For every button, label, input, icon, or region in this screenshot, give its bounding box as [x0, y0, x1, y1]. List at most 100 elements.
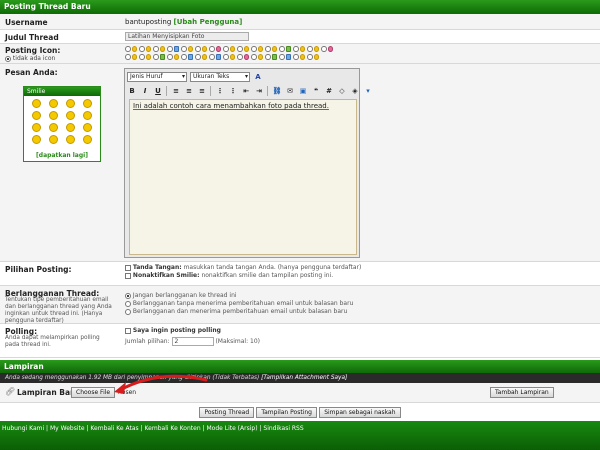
icon-radio[interactable]: [223, 46, 229, 52]
thread-title-input[interactable]: Latihan Menyisipkan Foto: [125, 32, 249, 41]
indent-icon[interactable]: ⇥: [254, 86, 264, 96]
icon-radio[interactable]: [139, 46, 145, 52]
rainbow-icon: [327, 46, 333, 52]
icon-radio[interactable]: [181, 46, 187, 52]
icon-radio[interactable]: [307, 46, 313, 52]
posting-options-label: Pilihan Posting:: [5, 265, 72, 274]
disable-smilie-checkbox[interactable]: [125, 272, 131, 279]
icon-radio[interactable]: [293, 54, 299, 60]
icon-radio[interactable]: [223, 54, 229, 60]
smiley-icon[interactable]: [66, 111, 75, 120]
align-left-icon[interactable]: ≡: [171, 86, 181, 96]
image-icon[interactable]: ▣: [298, 86, 308, 96]
align-right-icon[interactable]: ≡: [197, 86, 207, 96]
subscribe-email-radio[interactable]: [125, 308, 131, 315]
link-icon[interactable]: ⛓: [272, 86, 282, 96]
smiley-icon[interactable]: [83, 111, 92, 120]
username-label: Username: [5, 18, 48, 27]
show-attachments-link[interactable]: [Tampilkan Attachment Saya]: [261, 375, 347, 381]
footer-link-contact[interactable]: Hubungi Kami: [2, 425, 44, 432]
icon-radio[interactable]: [181, 54, 187, 60]
icon-radio[interactable]: [209, 46, 215, 52]
more-tools-icon[interactable]: ▾: [363, 86, 373, 96]
smiley-icon[interactable]: [49, 99, 58, 108]
footer-link-lite[interactable]: Mode Lite (Arsip): [206, 425, 257, 432]
icon-radio[interactable]: [237, 54, 243, 60]
icon-radio[interactable]: [209, 54, 215, 60]
smiley-icon[interactable]: [32, 111, 41, 120]
drop-icon: [285, 54, 291, 60]
message-textarea[interactable]: Ini adalah contoh cara menambahkan foto …: [129, 99, 357, 255]
code-icon[interactable]: #: [324, 86, 334, 96]
smiley-icon[interactable]: [32, 135, 41, 144]
icon-radio[interactable]: [237, 46, 243, 52]
php-icon[interactable]: ◈: [350, 86, 360, 96]
email-icon[interactable]: ✉: [285, 86, 295, 96]
icon-radio[interactable]: [167, 54, 173, 60]
outdent-icon[interactable]: ⇤: [241, 86, 251, 96]
icon-radio[interactable]: [251, 46, 257, 52]
align-center-icon[interactable]: ≡: [184, 86, 194, 96]
icon-radio[interactable]: [293, 46, 299, 52]
choose-file-button[interactable]: Choose File: [71, 387, 116, 398]
smiley-icon[interactable]: [49, 123, 58, 132]
html-icon[interactable]: ◇: [337, 86, 347, 96]
icon-radio[interactable]: [195, 54, 201, 60]
thumb-icon: [173, 46, 179, 52]
heart-icon: [215, 46, 221, 52]
underline-button[interactable]: U: [153, 86, 163, 96]
icon-radio[interactable]: [125, 46, 131, 52]
smiley-icon[interactable]: [83, 123, 92, 132]
smiley-icon[interactable]: [49, 111, 58, 120]
icon-radio[interactable]: [167, 46, 173, 52]
subscribe-no-email-radio[interactable]: [125, 300, 131, 307]
unordered-list-icon[interactable]: ⋮: [228, 86, 238, 96]
smiley-icon[interactable]: [49, 135, 58, 144]
footer-link-website[interactable]: My Website: [50, 425, 85, 432]
bold-button[interactable]: B: [127, 86, 137, 96]
smile-icon: [271, 46, 277, 52]
icon-radio[interactable]: [153, 46, 159, 52]
icon-radio[interactable]: [321, 46, 327, 52]
polling-checkbox[interactable]: [125, 327, 131, 334]
icon-radio[interactable]: [279, 46, 285, 52]
footer-link-content[interactable]: Kembali Ke Konten: [145, 425, 201, 432]
smiley-icon[interactable]: [32, 123, 41, 132]
icon-options-row-2: [125, 54, 319, 60]
smiley-icon[interactable]: [66, 123, 75, 132]
save-draft-button[interactable]: Simpan sebagai naskah: [319, 407, 401, 418]
new-attachment-row: 🔗︎ Lampiran Baru: Choose File nosen Tamb…: [0, 383, 600, 403]
preview-post-button[interactable]: Tampilan Posting: [256, 407, 317, 418]
smiley-icon[interactable]: [83, 99, 92, 108]
icon-radio[interactable]: [265, 46, 271, 52]
add-attachment-button[interactable]: Tambah Lampiran: [490, 387, 554, 398]
smiley-icon[interactable]: [32, 99, 41, 108]
signature-checkbox[interactable]: [125, 264, 131, 271]
more-smilies-link[interactable]: [dapatkan lagi]: [24, 152, 100, 159]
quote-icon[interactable]: ❝: [311, 86, 321, 96]
no-icon-radio[interactable]: [5, 55, 11, 62]
footer-link-rss[interactable]: Sindikasi RSS: [263, 425, 303, 432]
font-size-select[interactable]: Ukuran Teks: [190, 72, 250, 82]
smiley-icon[interactable]: [83, 135, 92, 144]
smile-icon: [229, 54, 235, 60]
change-user-link[interactable]: [Ubah Pengguna]: [174, 18, 243, 26]
smiley-icon[interactable]: [66, 99, 75, 108]
font-family-select[interactable]: Jenis Huruf: [127, 72, 187, 82]
icon-radio[interactable]: [125, 54, 131, 60]
italic-button[interactable]: I: [140, 86, 150, 96]
icon-radio[interactable]: [251, 54, 257, 60]
font-color-icon[interactable]: A: [253, 72, 263, 82]
poll-count-input[interactable]: 2: [171, 337, 214, 346]
post-thread-button[interactable]: Posting Thread: [199, 407, 255, 418]
ordered-list-icon[interactable]: ⋮: [215, 86, 225, 96]
icon-radio[interactable]: [307, 54, 313, 60]
icon-radio[interactable]: [153, 54, 159, 60]
smiley-icon[interactable]: [66, 135, 75, 144]
icon-radio[interactable]: [279, 54, 285, 60]
footer-link-top[interactable]: Kembali Ke Atas: [90, 425, 138, 432]
icon-radio[interactable]: [195, 46, 201, 52]
icon-radio[interactable]: [139, 54, 145, 60]
icon-radio[interactable]: [265, 54, 271, 60]
subscribe-none-radio[interactable]: [125, 292, 131, 299]
